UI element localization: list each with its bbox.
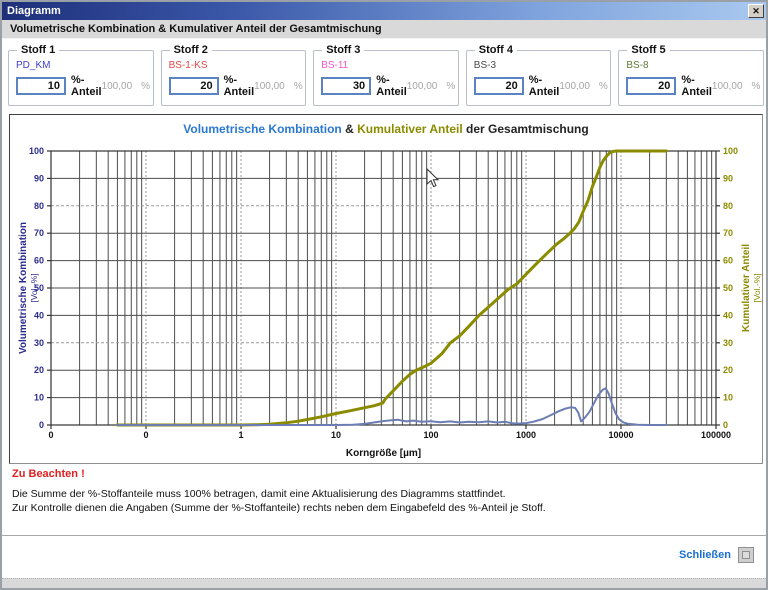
close-icon: ✕	[752, 6, 760, 17]
stoff-panel-title: Stoff 4	[475, 44, 517, 56]
dialog-window: Diagramm ✕ Volumetrische Kombination & K…	[0, 0, 768, 590]
sum-unit: %	[599, 81, 608, 92]
y-right-tick-label: 70	[723, 228, 733, 238]
sum-value: 100,00	[559, 81, 590, 92]
material-name: BS-11	[321, 60, 348, 71]
chart-title-part: Volumetrische Kombination	[183, 122, 341, 136]
sum-value: 100,00	[254, 81, 285, 92]
y-right-axis-subtitle: [Vol.-%]	[752, 273, 762, 302]
y-left-tick-label: 20	[34, 365, 44, 375]
x-tick-label: 100	[423, 430, 438, 440]
close-square-icon	[738, 547, 754, 563]
note-line-2: Zur Kontrolle dienen die Angaben (Summe …	[12, 502, 546, 514]
y-left-tick-label: 80	[34, 201, 44, 211]
percent-input-stoff-3[interactable]	[321, 77, 371, 95]
y-right-axis-title: Kumulativer Anteil	[741, 244, 752, 332]
y-right-tick-label: 90	[723, 173, 733, 183]
percent-row: %-Anteil 100,00 %	[16, 74, 148, 98]
stoff-panel-title: Stoff 1	[17, 44, 59, 56]
material-name: BS-8	[626, 60, 648, 71]
x-tick-label: 10	[331, 430, 341, 440]
material-name: PD_KM	[16, 60, 50, 71]
warning-heading: Zu Beachten !	[12, 468, 85, 480]
stoff-panel-title: Stoff 5	[627, 44, 669, 56]
percent-label: %-Anteil	[376, 74, 407, 98]
percent-label: %-Anteil	[681, 74, 712, 98]
percent-input-stoff-5[interactable]	[626, 77, 676, 95]
sum-value: 100,00	[407, 81, 438, 92]
sum-unit: %	[141, 81, 150, 92]
percent-row: %-Anteil 100,00 %	[626, 74, 758, 98]
y-right-tick-label: 0	[723, 420, 728, 430]
stoff-panel: Stoff 4 BS-3 %-Anteil 100,00 %	[466, 50, 612, 106]
sum-unit: %	[446, 81, 455, 92]
percent-label: %-Anteil	[224, 74, 255, 98]
footer-divider	[2, 535, 766, 537]
material-name: BS-1-KS	[169, 60, 208, 71]
y-right-tick-label: 80	[723, 201, 733, 211]
percent-input-stoff-2[interactable]	[169, 77, 219, 95]
window-title: Diagramm	[7, 5, 61, 17]
y-left-tick-label: 100	[29, 146, 44, 156]
y-left-tick-label: 70	[34, 228, 44, 238]
x-tick-label: 10000	[608, 430, 633, 440]
y-right-tick-label: 40	[723, 310, 733, 320]
dialog-header-title: Volumetrische Kombination & Kumulativer …	[10, 23, 382, 35]
percent-label: %-Anteil	[71, 74, 102, 98]
sum-unit: %	[294, 81, 303, 92]
x-tick-label: 1	[238, 430, 243, 440]
chart-title: Volumetrische Kombination & Kumulativer …	[10, 122, 762, 136]
y-left-tick-label: 30	[34, 338, 44, 348]
x-tick-label: 0	[143, 430, 148, 440]
stoff-panel: Stoff 2 BS-1-KS %-Anteil 100,00 %	[161, 50, 307, 106]
sum-value: 100,00	[712, 81, 743, 92]
percent-input-stoff-4[interactable]	[474, 77, 524, 95]
y-left-tick-label: 40	[34, 310, 44, 320]
y-left-tick-label: 0	[39, 420, 44, 430]
percent-row: %-Anteil 100,00 %	[321, 74, 453, 98]
close-button[interactable]: Schließen	[679, 547, 754, 563]
y-right-tick-label: 60	[723, 256, 733, 266]
stoff-panel-title: Stoff 2	[170, 44, 212, 56]
percent-label: %-Anteil	[529, 74, 560, 98]
mouse-cursor	[427, 169, 438, 187]
material-name: BS-3	[474, 60, 496, 71]
percent-row: %-Anteil 100,00 %	[169, 74, 301, 98]
x-axis-title: Korngröße [µm]	[346, 448, 421, 459]
note-line-1: Die Summe der %-Stoffanteile muss 100% b…	[12, 488, 506, 500]
y-left-tick-label: 90	[34, 173, 44, 183]
sum-value: 100,00	[102, 81, 133, 92]
x-tick-label: 0	[48, 430, 53, 440]
y-left-tick-label: 10	[34, 393, 44, 403]
percent-row: %-Anteil 100,00 %	[474, 74, 606, 98]
window-close-button[interactable]: ✕	[748, 4, 764, 18]
sum-unit: %	[752, 81, 761, 92]
y-right-tick-label: 30	[723, 338, 733, 348]
chart-container: 0011010010001000010000000101020203030404…	[9, 114, 763, 464]
y-left-axis-subtitle: [Vol.-%]	[29, 273, 39, 302]
x-tick-label: 1000	[516, 430, 536, 440]
x-tick-label: 100000	[701, 430, 731, 440]
y-left-tick-label: 60	[34, 256, 44, 266]
chart-title-part: &	[342, 122, 357, 136]
materials-row: Stoff 1 PD_KM %-Anteil 100,00 % Stoff 2 …	[8, 50, 764, 106]
y-left-axis-title: Volumetrische Kombination	[18, 222, 29, 354]
y-right-tick-label: 50	[723, 283, 733, 293]
chart-title-part: Kumulativer Anteil	[357, 122, 463, 136]
close-button-label: Schließen	[679, 549, 731, 561]
window-bottom-strip	[2, 578, 766, 588]
stoff-panel-title: Stoff 3	[322, 44, 364, 56]
chart-title-part: der Gesamtmischung	[463, 122, 589, 136]
title-bar: Diagramm	[2, 2, 766, 20]
stoff-panel: Stoff 3 BS-11 %-Anteil 100,00 %	[313, 50, 459, 106]
y-right-tick-label: 10	[723, 393, 733, 403]
chart-canvas: 0011010010001000010000000101020203030404…	[10, 115, 762, 463]
dialog-header: Volumetrische Kombination & Kumulativer …	[2, 20, 766, 39]
stoff-panel: Stoff 1 PD_KM %-Anteil 100,00 %	[8, 50, 154, 106]
percent-input-stoff-1[interactable]	[16, 77, 66, 95]
stoff-panel: Stoff 5 BS-8 %-Anteil 100,00 %	[618, 50, 764, 106]
y-right-tick-label: 20	[723, 365, 733, 375]
y-right-tick-label: 100	[723, 146, 738, 156]
